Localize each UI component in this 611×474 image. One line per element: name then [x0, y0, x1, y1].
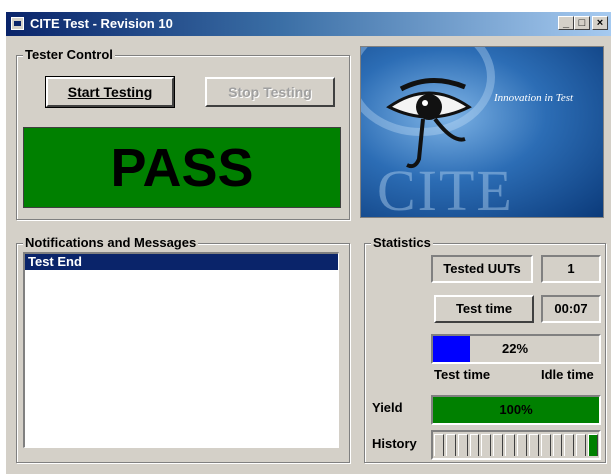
history-label: History — [372, 436, 417, 451]
cite-logo: Innovation in Test CITE — [360, 46, 604, 218]
history-slot — [540, 434, 551, 456]
tested-uuts-value: 1 — [541, 255, 601, 283]
window-title: CITE Test - Revision 10 — [30, 16, 173, 31]
history-slot — [469, 434, 480, 456]
history-slot — [552, 434, 563, 456]
yield-bar: 100% — [431, 395, 601, 425]
history-bar — [431, 430, 601, 460]
history-slot — [505, 434, 515, 456]
close-button[interactable]: × — [592, 16, 608, 30]
notifications-label: Notifications and Messages — [23, 235, 199, 250]
statistics-label: Statistics — [371, 235, 433, 250]
tested-uuts-label: Tested UUTs — [431, 255, 533, 283]
progress-text: 22% — [501, 341, 529, 356]
stop-testing-button[interactable]: Stop Testing — [205, 77, 335, 107]
yield-label: Yield — [372, 400, 403, 415]
history-slot — [576, 434, 587, 456]
title-bar[interactable]: CITE Test - Revision 10 _ □ × — [6, 12, 611, 36]
idle-time-caption: Idle time — [541, 367, 594, 382]
maximize-button[interactable]: □ — [574, 16, 590, 30]
history-slot — [528, 434, 539, 456]
test-time-value: 00:07 — [541, 295, 601, 323]
history-slot — [445, 434, 456, 456]
history-slot — [588, 434, 598, 456]
history-slot — [493, 434, 504, 456]
test-time-caption: Test time — [434, 367, 491, 382]
history-slot — [564, 434, 575, 456]
start-testing-button[interactable]: Start Testing — [45, 76, 175, 108]
app-icon[interactable] — [11, 17, 24, 30]
logo-word: CITE — [377, 158, 514, 218]
messages-list[interactable]: Test End — [23, 252, 339, 448]
minimize-button[interactable]: _ — [558, 16, 574, 30]
list-item[interactable]: Test End — [25, 254, 338, 270]
history-slot — [434, 434, 444, 456]
time-progress-bar: 22% — [431, 334, 601, 364]
test-status-indicator: PASS — [23, 127, 341, 208]
logo-tagline: Innovation in Test — [494, 92, 574, 104]
history-slot — [481, 434, 492, 456]
history-slot — [517, 434, 527, 456]
test-time-label: Test time — [434, 295, 534, 323]
history-slot — [457, 434, 468, 456]
tester-control-label: Tester Control — [23, 47, 115, 62]
